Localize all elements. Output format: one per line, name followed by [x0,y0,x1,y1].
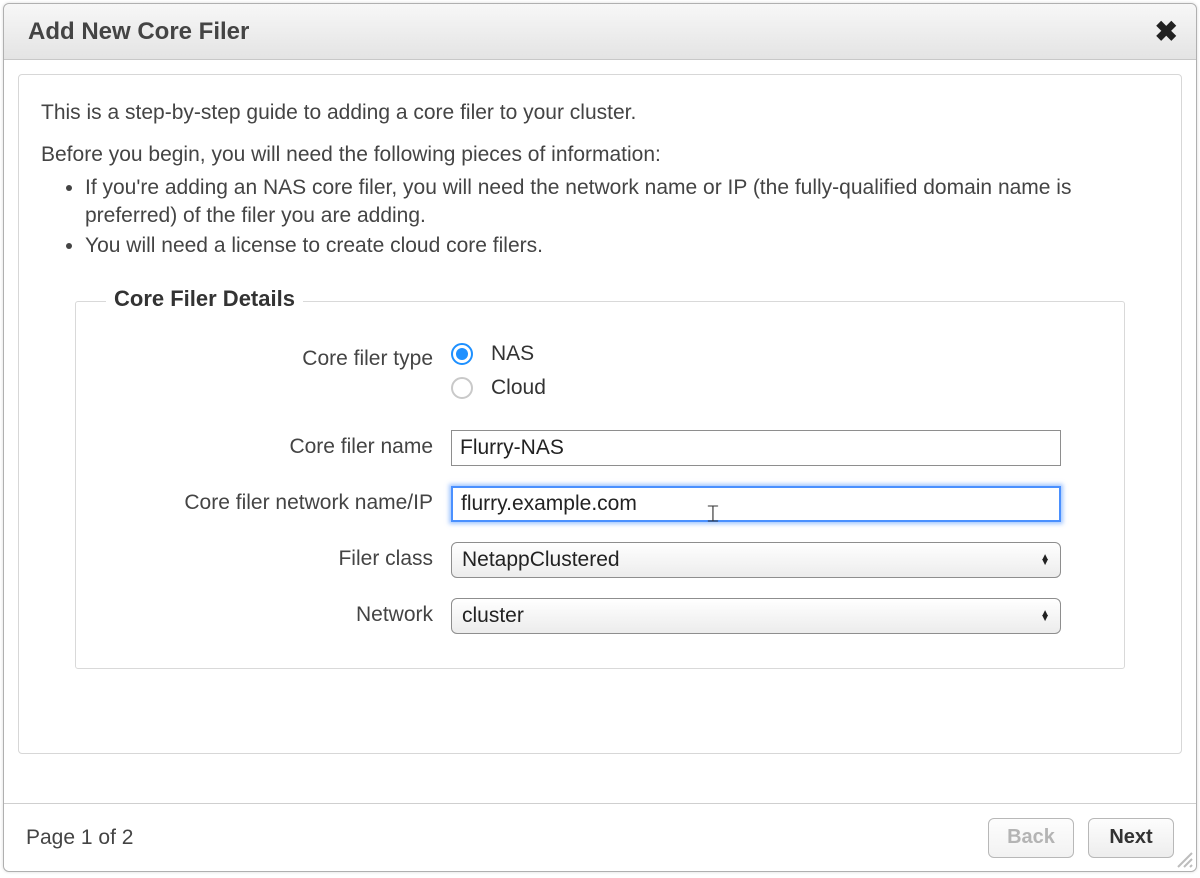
radio-option-cloud[interactable]: Cloud [451,376,1094,400]
requirement-item: If you're adding an NAS core filer, you … [85,174,1159,231]
requirements-intro: Before you begin, you will need the foll… [41,141,1159,169]
radio-label: NAS [491,342,534,366]
radio-icon [451,377,473,399]
label-network: Network [106,598,451,628]
fieldset-legend: Core Filer Details [106,286,303,312]
intro-text: This is a step-by-step guide to adding a… [41,99,1159,127]
dialog-footer: Page 1 of 2 Back Next [4,803,1196,871]
row-network: Network cluster ▲▼ [106,598,1094,634]
dialog-content-panel: This is a step-by-step guide to adding a… [18,74,1182,754]
requirement-item: You will need a license to create cloud … [85,232,1159,260]
select-value: cluster [462,604,524,628]
dialog-titlebar: Add New Core Filer ✖ [4,4,1196,60]
dialog-body: This is a step-by-step guide to adding a… [4,60,1196,803]
resize-grip-icon[interactable] [1172,847,1194,869]
label-core-filer-network: Core filer network name/IP [106,486,451,516]
select-value: NetappClustered [462,548,620,572]
page-indicator: Page 1 of 2 [26,826,133,850]
radio-label: Cloud [491,376,546,400]
label-filer-class: Filer class [106,542,451,572]
row-filer-class: Filer class NetappClustered ▲▼ [106,542,1094,578]
row-core-filer-network: Core filer network name/IP 𝙸 [106,486,1094,522]
row-core-filer-name: Core filer name [106,430,1094,466]
back-button[interactable]: Back [988,818,1074,858]
label-core-filer-type: Core filer type [106,342,451,372]
add-core-filer-dialog: Add New Core Filer ✖ This is a step-by-s… [3,3,1197,872]
network-select[interactable]: cluster ▲▼ [451,598,1061,634]
close-icon[interactable]: ✖ [1155,18,1178,46]
select-arrows-icon: ▲▼ [1040,609,1050,623]
radio-icon [451,343,473,365]
dialog-title: Add New Core Filer [28,18,249,46]
next-button[interactable]: Next [1088,818,1174,858]
row-core-filer-type: Core filer type NAS Cloud [106,342,1094,410]
radio-option-nas[interactable]: NAS [451,342,1094,366]
filer-class-select[interactable]: NetappClustered ▲▼ [451,542,1061,578]
label-core-filer-name: Core filer name [106,430,451,460]
requirements-list: If you're adding an NAS core filer, you … [85,174,1159,261]
core-filer-network-input[interactable] [451,486,1061,522]
core-filer-details-fieldset: Core Filer Details Core filer type NAS C… [75,301,1125,669]
core-filer-name-input[interactable] [451,430,1061,466]
select-arrows-icon: ▲▼ [1040,553,1050,567]
